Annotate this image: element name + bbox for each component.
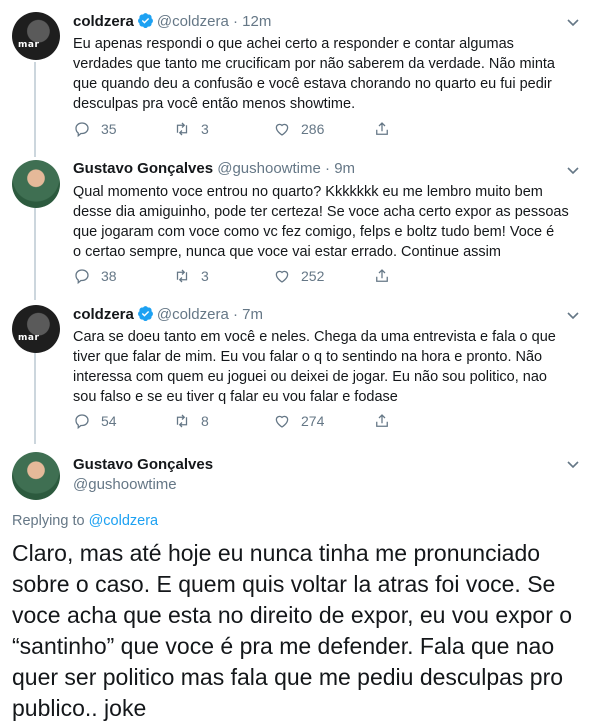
thread-line: [34, 352, 36, 444]
reply-icon: [75, 414, 89, 430]
share-icon: [376, 269, 388, 282]
share-icon: [376, 122, 388, 135]
like-action[interactable]: 286: [273, 120, 324, 138]
reply-action[interactable]: 54: [73, 412, 117, 430]
tweet-text-line: Cara se doeu tanto em você e neles. Cheg…: [73, 329, 556, 345]
reply-count: 38: [101, 268, 117, 284]
reply-icon: [75, 269, 89, 285]
handle[interactable]: @coldzera: [157, 306, 229, 323]
main-tweet-text-line: sobre o caso. E quem quis voltar la atra…: [12, 571, 556, 597]
retweet-count: 3: [201, 268, 209, 284]
tweet-header: coldzera @coldzera · 7m: [73, 305, 263, 323]
tweet-text: Eu apenas respondi o que achei certo a r…: [73, 34, 578, 114]
like-count: 286: [301, 121, 325, 137]
like-action[interactable]: 252: [273, 267, 324, 285]
like-action[interactable]: 274: [273, 412, 324, 430]
reply-action[interactable]: 35: [73, 120, 117, 138]
timestamp[interactable]: 12m: [242, 13, 271, 30]
avatar[interactable]: [12, 452, 60, 500]
share-action[interactable]: [373, 120, 401, 138]
verified-badge-icon: [137, 306, 153, 322]
reply-icon: [75, 122, 89, 138]
like-icon: [275, 270, 289, 283]
main-tweet-text-line: publico.. joke: [12, 695, 147, 721]
retweet-count: 3: [201, 121, 209, 137]
chevron-down-icon[interactable]: [565, 456, 581, 472]
like-icon: [275, 415, 289, 428]
handle[interactable]: @coldzera: [157, 13, 229, 30]
timestamp[interactable]: 9m: [334, 160, 355, 177]
main-tweet-text-line: quer ser politico mas fala que me pediu …: [12, 664, 564, 690]
tweet-text: Qual momento voce entrou no quarto? Kkkk…: [73, 182, 578, 262]
display-name[interactable]: coldzera: [73, 13, 134, 30]
tweet-text-line: verdades que tanto me crucificam por não…: [73, 56, 555, 72]
chevron-down-icon[interactable]: [565, 307, 581, 323]
timestamp[interactable]: 7m: [242, 306, 263, 323]
retweet-icon: [176, 269, 188, 283]
share-action[interactable]: [373, 267, 401, 285]
display-name[interactable]: Gustavo Gonçalves: [73, 456, 213, 473]
replying-to-label: Replying to: [12, 513, 85, 529]
tweet-text-line: desse dia amiguinho, pode ter certeza! S…: [73, 204, 569, 220]
avatar[interactable]: mar: [12, 305, 60, 353]
main-tweet-author: Gustavo Gonçalves @gushoowtime: [73, 456, 213, 493]
like-icon: [275, 123, 289, 136]
tweet-text: Cara se doeu tanto em você e neles. Cheg…: [73, 327, 578, 407]
tweet-text-line: tiver que falar de mim. Eu vou falar o q…: [73, 349, 543, 365]
tweet-header: Gustavo Gonçalves @gushoowtime · 9m: [73, 160, 355, 177]
chevron-down-icon[interactable]: [565, 162, 581, 178]
separator-dot: ·: [232, 13, 238, 30]
tweet-header: coldzera @coldzera · 12m: [73, 12, 271, 30]
tweet-text-line: interessa com quem eu joguei ou deixei d…: [73, 369, 547, 385]
separator-dot: ·: [325, 160, 331, 177]
handle[interactable]: @gushoowtime: [217, 160, 321, 177]
tweet-text-line: desculpas pra você então menos showtime.: [73, 96, 356, 112]
like-count: 274: [301, 413, 325, 429]
main-tweet-text: Claro, mas até hoje eu nunca tinha me pr…: [12, 538, 582, 724]
reply-count: 54: [101, 413, 117, 429]
verified-badge-icon: [137, 13, 153, 29]
retweet-icon: [176, 122, 188, 136]
tweet-text-line: o certao sempre, nunca que voce vai esta…: [73, 244, 501, 260]
tweet-text-line: Qual momento voce entrou no quarto? Kkkk…: [73, 184, 543, 200]
tweet-text-line: que quando deu a confusão e você estava …: [73, 76, 552, 92]
reply-action[interactable]: 38: [73, 267, 117, 285]
avatar[interactable]: [12, 160, 60, 208]
like-count: 252: [301, 268, 325, 284]
main-tweet-text-line: “santinho” que voce é pra me defender. F…: [12, 633, 555, 659]
retweet-action[interactable]: 3: [173, 120, 209, 138]
separator-dot: ·: [232, 306, 238, 323]
thread-line: [34, 208, 36, 300]
handle[interactable]: @gushoowtime: [73, 476, 213, 493]
display-name[interactable]: coldzera: [73, 306, 134, 323]
retweet-count: 8: [201, 413, 209, 429]
main-tweet-text-line: Claro, mas até hoje eu nunca tinha me pr…: [12, 540, 541, 566]
retweet-icon: [176, 414, 188, 428]
avatar[interactable]: mar: [12, 12, 60, 60]
reply-count: 35: [101, 121, 117, 137]
replying-to: Replying to @coldzera: [12, 513, 158, 529]
tweet-text-line: Eu apenas respondi o que achei certo a r…: [73, 36, 514, 52]
display-name[interactable]: Gustavo Gonçalves: [73, 160, 213, 177]
thread-line: [34, 62, 36, 157]
share-icon: [376, 414, 388, 427]
replying-to-link[interactable]: @coldzera: [89, 513, 159, 529]
tweet-text-line: que jogaram com voce como vc fez comigo,…: [73, 224, 555, 240]
main-tweet-text-line: voce acha que esta no direito de expor, …: [12, 602, 573, 628]
retweet-action[interactable]: 3: [173, 267, 209, 285]
avatar-logo-text: mar: [18, 333, 40, 343]
avatar-logo-text: mar: [18, 40, 40, 50]
retweet-action[interactable]: 8: [173, 412, 209, 430]
tweet-text-line: sou falso e se eu tiver q falar eu vou f…: [73, 389, 398, 405]
share-action[interactable]: [373, 412, 401, 430]
chevron-down-icon[interactable]: [565, 14, 581, 30]
